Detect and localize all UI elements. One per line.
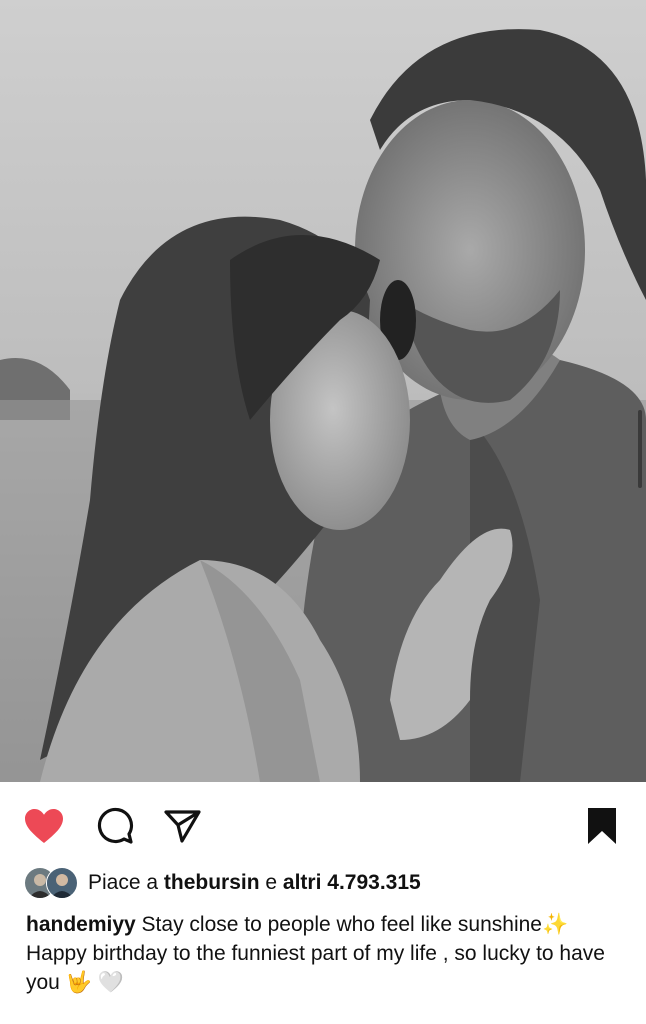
love-you-gesture-emoji: 🤟 — [65, 970, 92, 994]
save-button[interactable] — [580, 804, 624, 848]
like-button[interactable] — [22, 804, 66, 848]
sparkles-emoji: ✨ — [541, 912, 569, 936]
avatar — [46, 867, 78, 899]
caption-line-2: Happy birthday to the funniest part of m… — [26, 939, 626, 997]
caption-text-1: Stay close to people who feel like sunsh… — [135, 913, 542, 936]
likes-prefix: Piace a — [88, 871, 164, 894]
caption-username[interactable]: handemiyy — [26, 913, 136, 936]
post-caption: handemiyy Stay close to people who feel … — [26, 910, 626, 997]
liker-username[interactable]: thebursin — [164, 871, 260, 894]
share-button[interactable] — [160, 804, 204, 848]
post-image-graphic — [0, 0, 646, 782]
likes-count[interactable]: altri 4.793.315 — [283, 871, 421, 894]
paper-plane-icon — [164, 810, 201, 843]
post-image[interactable] — [0, 0, 646, 782]
comment-bubble-icon — [97, 807, 134, 844]
heart-filled-icon — [25, 809, 63, 843]
bookmark-filled-icon — [588, 808, 616, 844]
comment-button[interactable] — [92, 804, 136, 848]
likes-summary[interactable]: Piace a thebursin e altri 4.793.315 — [24, 866, 421, 900]
caption-line-1: handemiyy Stay close to people who feel … — [26, 910, 626, 939]
white-heart-emoji: 🤍 — [97, 970, 124, 994]
likes-text: Piace a thebursin e altri 4.793.315 — [88, 871, 421, 895]
liker-avatars — [24, 867, 80, 899]
scroll-indicator[interactable] — [638, 410, 642, 488]
likes-conjunction: e — [259, 871, 283, 894]
post-action-bar — [0, 782, 646, 866]
